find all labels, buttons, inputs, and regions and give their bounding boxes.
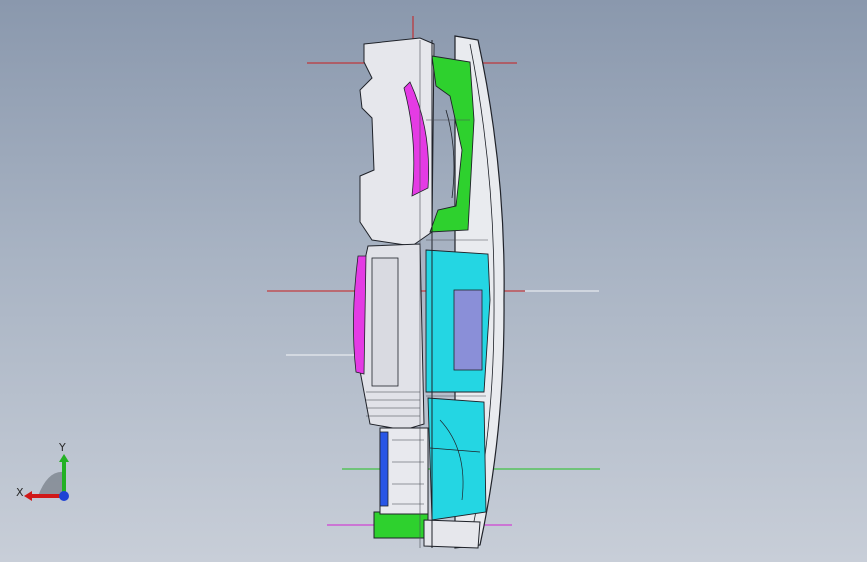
triad-y-arrow bbox=[59, 454, 69, 462]
triad-x-arrow bbox=[24, 491, 32, 501]
triad-y-label: Y bbox=[59, 441, 66, 454]
graphics-viewport[interactable]: Y X bbox=[0, 0, 867, 562]
blue-part-lower bbox=[379, 431, 389, 507]
middle-housing-panel bbox=[371, 257, 399, 387]
green-part-upper bbox=[429, 55, 475, 233]
triad-z-axis bbox=[59, 491, 69, 501]
cyan-part-window bbox=[453, 289, 483, 371]
coordinate-triad: Y X bbox=[14, 440, 84, 510]
cyan-part-lower bbox=[427, 397, 487, 521]
assembly-model[interactable] bbox=[0, 0, 867, 562]
green-part-upper-slot bbox=[445, 109, 455, 199]
triad-x-label: X bbox=[16, 486, 24, 499]
coordinate-triad-icon bbox=[24, 454, 69, 501]
magenta-part-middle bbox=[353, 255, 367, 375]
triad-shadow bbox=[38, 471, 64, 496]
